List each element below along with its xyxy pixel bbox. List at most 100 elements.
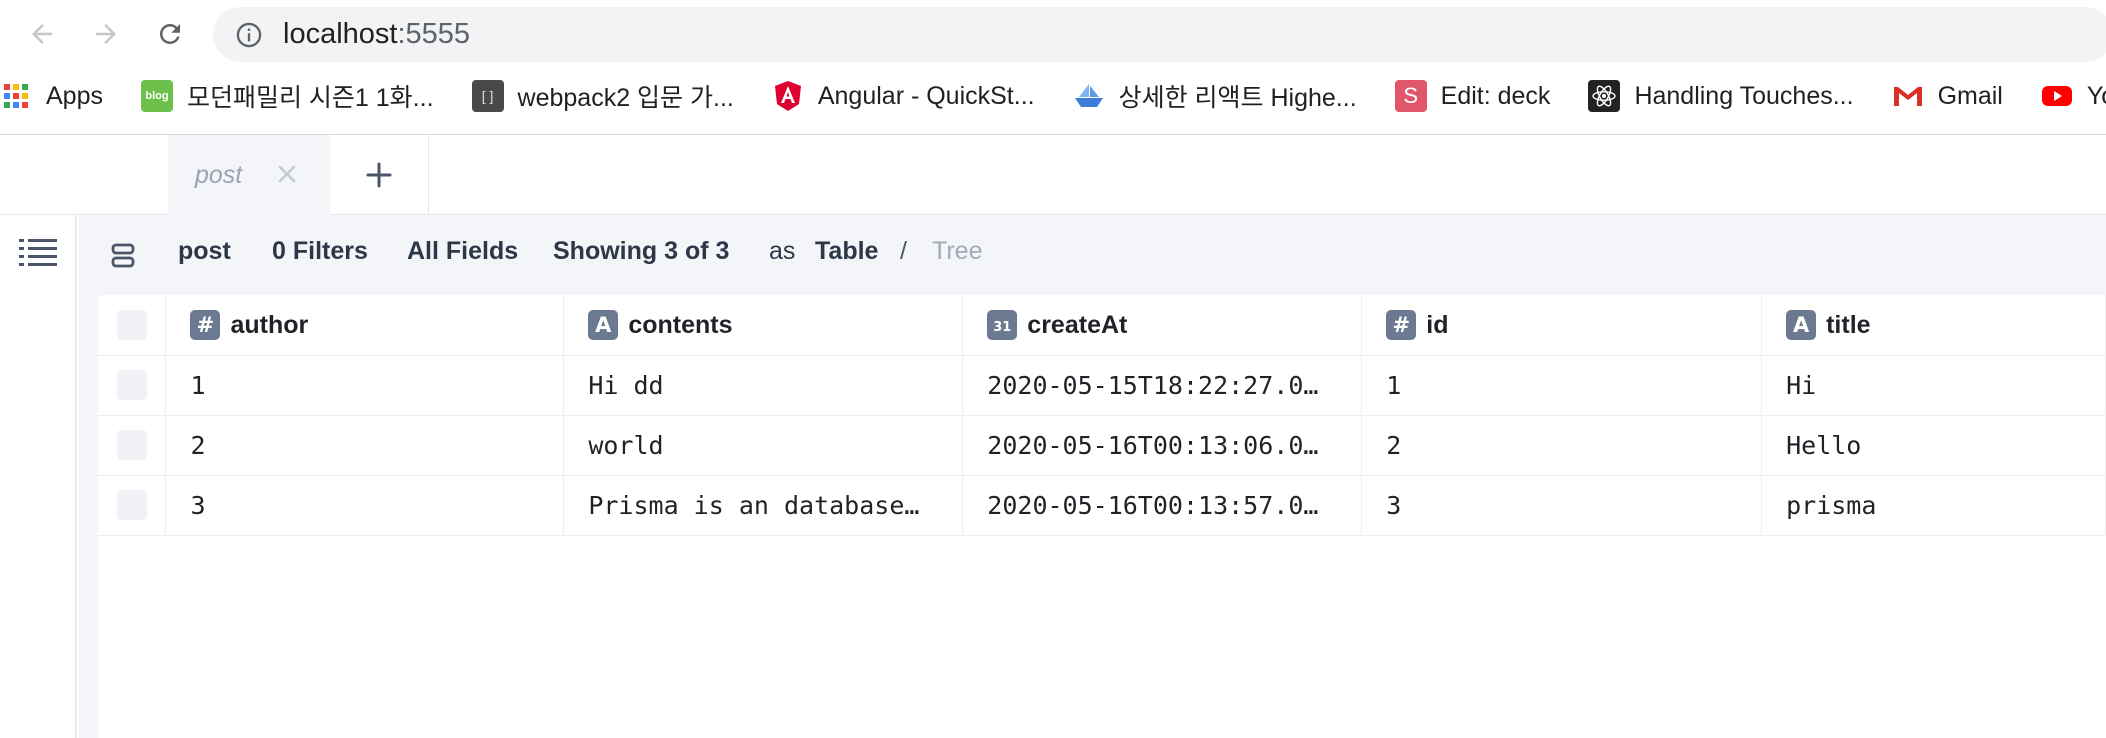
boat-icon [1073, 80, 1105, 112]
bookmark-label: Edit: deck [1440, 81, 1551, 110]
column-name: title [1826, 310, 1871, 339]
bookmarks-bar: Apps blog 모던패밀리 시즌1 1화... [ ] webpack2 입… [0, 76, 2106, 116]
arrow-left-icon [32, 24, 52, 44]
arrow-right-icon [96, 24, 116, 44]
cell-createat[interactable]: 2020-05-15T18:22:27.0… [962, 355, 1363, 416]
slides-icon: S [1394, 80, 1427, 112]
cell-contents[interactable]: Prisma is an database… [563, 475, 964, 536]
bookmark-react-hoc[interactable]: 상세한 리액트 Highe... [1073, 76, 1357, 116]
column-header-contents[interactable]: Acontents [563, 295, 964, 356]
address-bar[interactable]: localhost:5555 [213, 7, 2106, 62]
view-separator: / [900, 237, 907, 265]
column-header-id[interactable]: # id [1361, 295, 1763, 356]
fields-button[interactable]: All Fields [407, 237, 518, 266]
app-tab-bar: post [0, 135, 2106, 215]
left-rail [0, 215, 77, 738]
records-table: # author Acontents 31 createAt # id Atitle … [98, 295, 2106, 536]
blog-icon: blog [140, 80, 173, 112]
bookmark-label: webpack2 입문 가... [517, 84, 734, 112]
bookmark-handling-touches[interactable]: Handling Touches... [1588, 76, 1854, 116]
browser-chrome: localhost:5555 Apps blog 모던패밀리 시즌1 1화...… [0, 0, 2106, 135]
url-port: :5555 [397, 18, 471, 50]
cell-id[interactable]: 1 [1361, 355, 1763, 416]
bookmark-webpack[interactable]: [ ] webpack2 입문 가... [471, 76, 734, 116]
cell-contents[interactable]: Hi dd [563, 355, 964, 416]
column-name: contents [628, 310, 733, 339]
calendar-type-icon: 31 [987, 309, 1018, 340]
tab-post[interactable]: post [168, 135, 330, 215]
column-name: id [1426, 310, 1449, 339]
cell-title[interactable]: Hello [1761, 415, 2106, 476]
bookmark-label: Angular - QuickSt... [817, 81, 1035, 110]
bookmark-modern-family[interactable]: blog 모던패밀리 시즌1 1화... [140, 76, 434, 116]
bookmark-label: Yo [2086, 81, 2106, 110]
model-selector[interactable]: post [178, 237, 231, 266]
table-row[interactable]: 3 Prisma is an database… 2020-05-16T00:1… [98, 475, 2106, 536]
row-checkbox[interactable] [116, 490, 147, 520]
row-select-cell [98, 355, 167, 416]
filters-button[interactable]: 0 Filters [272, 237, 368, 266]
select-all-cell [98, 295, 167, 356]
bookmark-label: 모던패밀리 시즌1 1화... [186, 84, 434, 112]
hash-type-icon: # [1386, 309, 1417, 340]
bookmark-gmail[interactable]: Gmail [1892, 76, 2003, 116]
column-header-author[interactable]: # author [165, 295, 565, 356]
cell-title[interactable]: prisma [1761, 475, 2106, 536]
cell-title[interactable]: Hi [1761, 355, 2106, 416]
reload-icon [159, 23, 180, 44]
column-name: createAt [1027, 310, 1128, 339]
cell-author[interactable]: 3 [165, 475, 565, 536]
bookmark-label: Apps [46, 81, 103, 110]
url-host: localhost [283, 18, 398, 50]
column-header-title[interactable]: Atitle [1761, 295, 2106, 356]
bookmark-label: 상세한 리액트 Highe... [1118, 84, 1357, 112]
view-as-label: as [769, 237, 796, 265]
youtube-icon [2041, 80, 2073, 112]
records-table-container: # author Acontents 31 createAt # id Atitle … [98, 295, 2106, 738]
data-browser: post 0 Filters All Fields Showing 3 of 3… [79, 215, 2106, 738]
row-checkbox[interactable] [116, 430, 147, 460]
bookmark-edit-deck[interactable]: S Edit: deck [1394, 76, 1551, 116]
row-select-cell [98, 415, 167, 476]
new-tab-button[interactable] [330, 135, 429, 215]
reload-button[interactable] [150, 14, 190, 54]
row-checkbox[interactable] [116, 370, 147, 400]
apps-grid-icon [0, 80, 32, 112]
view-tree-button[interactable]: Tree [932, 237, 982, 266]
select-all-checkbox[interactable] [116, 309, 147, 340]
cell-id[interactable]: 2 [1361, 415, 1763, 476]
info-icon[interactable] [235, 21, 263, 49]
bookmark-apps[interactable]: Apps [0, 76, 103, 116]
plus-icon [366, 162, 392, 188]
cell-id[interactable]: 3 [1361, 475, 1763, 536]
hash-type-icon: # [190, 309, 221, 340]
column-header-createat[interactable]: 31 createAt [962, 295, 1363, 356]
react-icon [1588, 80, 1621, 112]
gmail-icon [1892, 80, 1924, 112]
query-toolbar: post 0 Filters All Fields Showing 3 of 3… [79, 215, 2106, 295]
angular-icon [772, 80, 804, 112]
column-name: author [230, 310, 309, 339]
forward-button[interactable] [86, 14, 126, 54]
bookmark-label: Gmail [1937, 81, 2003, 110]
text-type-icon: A [1786, 309, 1817, 340]
cell-contents[interactable]: world [563, 415, 964, 476]
bookmark-angular[interactable]: Angular - QuickSt... [772, 76, 1035, 116]
list-icon[interactable] [18, 237, 58, 271]
close-icon[interactable] [272, 159, 302, 189]
table-header-row: # author Acontents 31 createAt # id Atitle [98, 295, 2106, 356]
cell-createat[interactable]: 2020-05-16T00:13:06.0… [962, 415, 1363, 476]
webpack-icon: [ ] [471, 80, 504, 112]
cell-author[interactable]: 1 [165, 355, 565, 416]
bookmark-label: Handling Touches... [1634, 81, 1854, 110]
bookmark-youtube[interactable]: Yo [2041, 76, 2106, 116]
cell-author[interactable]: 2 [165, 415, 565, 476]
row-select-cell [98, 475, 167, 536]
model-icon[interactable] [109, 242, 137, 270]
table-row[interactable]: 2 world 2020-05-16T00:13:06.0… 2 Hello [98, 415, 2106, 476]
cell-createat[interactable]: 2020-05-16T00:13:57.0… [962, 475, 1363, 536]
view-table-button[interactable]: Table [815, 237, 878, 266]
back-button[interactable] [22, 14, 62, 54]
table-row[interactable]: 1 Hi dd 2020-05-15T18:22:27.0… 1 Hi [98, 355, 2106, 416]
showing-count[interactable]: Showing 3 of 3 [553, 237, 729, 266]
